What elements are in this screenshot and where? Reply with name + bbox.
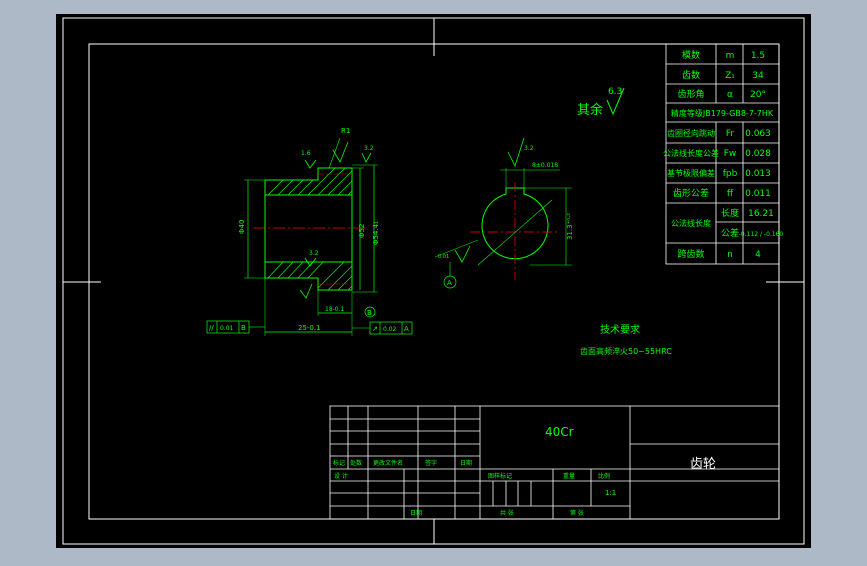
- param-value-5: 0.028: [745, 149, 771, 159]
- roughness-v4: 3.2: [524, 145, 534, 152]
- sheet-label-0: 共 张: [500, 509, 514, 517]
- col-label-4: 日期: [460, 459, 472, 467]
- roughness-v1: 1.6: [301, 150, 311, 157]
- param-label-6: 基节极限偏差: [667, 168, 715, 178]
- dim-tol3: 0.01: [438, 254, 449, 260]
- param-symbol-0: m: [726, 51, 735, 61]
- roughness-v3: 3.2: [309, 250, 319, 257]
- param-label-0: 模数: [682, 49, 700, 61]
- param-label-7: 齿形公差: [673, 187, 709, 199]
- param-value-9: -0.112 / -0.160: [739, 231, 784, 238]
- col-label-0: 标记: [333, 459, 345, 467]
- col-label-3: 签字: [425, 459, 437, 467]
- param-label-8: 公法线长度: [671, 218, 711, 228]
- col-label-2: 更改文件名: [373, 459, 403, 467]
- param-symbol-2: α: [727, 90, 733, 100]
- dim-key-width: 8±0.018: [532, 162, 558, 169]
- roughness-r1: R1: [341, 127, 350, 135]
- gtol-right-value: 0.02: [383, 326, 397, 333]
- param-label-10: 跨齿数: [677, 248, 704, 260]
- rest-label: 其余: [577, 102, 603, 118]
- gtol-left-datum: B: [241, 324, 246, 332]
- param-label-1: 齿数: [682, 69, 700, 81]
- tech-title: 技术要求: [600, 323, 640, 336]
- param-value-7: 0.011: [745, 189, 771, 199]
- param-value-1: 34: [752, 71, 764, 81]
- material: 40Cr: [545, 425, 574, 439]
- roughness-v2: 3.2: [364, 145, 374, 152]
- param-value-2: 20°: [750, 90, 766, 100]
- part-name: 齿轮: [690, 457, 716, 472]
- param-value-6: 0.013: [745, 169, 771, 179]
- scale: 1:1: [605, 489, 616, 497]
- stage-label-0: 图样标记: [488, 472, 512, 480]
- svg-text:↗: ↗: [372, 325, 378, 333]
- rest-value: 6.3: [608, 87, 622, 97]
- dim-key-depth: 31.3⁺⁰·²: [566, 213, 574, 240]
- stage-label-1: 重量: [563, 472, 575, 480]
- design-label: 设 计: [334, 472, 348, 480]
- param-label-3: 精度等级JB179-GB8-7-7HK: [671, 108, 774, 118]
- param-value-4: 0.063: [745, 129, 771, 139]
- dim-width-bottom: 25-0.1: [298, 324, 321, 332]
- dim-d-left: Φ40: [238, 220, 246, 234]
- param-symbol-10: n: [727, 250, 733, 260]
- param-symbol-6: fpb: [723, 169, 738, 179]
- drawing-canvas: 模数 m 1.5 齿数 Z₁ 34 齿形角 α 20° 精度等级JB179-GB…: [0, 0, 867, 562]
- gtol-left-value: 0.01: [220, 325, 234, 332]
- tech-line1: 齿面高频淬火50~55HRC: [580, 346, 672, 356]
- datum-b-label: B: [367, 309, 372, 317]
- ref-a-label: A: [447, 279, 452, 287]
- dim-d-mid: Φ52: [358, 224, 366, 238]
- drawing-svg: 模数 m 1.5 齿数 Z₁ 34 齿形角 α 20° 精度等级JB179-GB…: [56, 14, 811, 548]
- dim-width-small: 18-0.1: [325, 306, 345, 313]
- date-label: 日期: [410, 509, 422, 517]
- stage-label-2: 比例: [598, 472, 610, 480]
- gtol-right-datum: A: [404, 325, 409, 333]
- param-symbol-7: ff: [727, 189, 734, 199]
- param-label-2: 齿形角: [677, 88, 704, 100]
- param-symbol-1: Z₁: [725, 71, 735, 81]
- param-symbol-4: Fr: [726, 129, 735, 139]
- param-value-10: 4: [755, 250, 761, 260]
- param-value-0: 1.5: [751, 51, 765, 61]
- col-label-1: 处数: [350, 459, 362, 467]
- param-label-4: 齿圈径向跳动: [667, 128, 715, 138]
- param-symbol-5: Fw: [724, 149, 737, 159]
- sheet-label-1: 第 张: [570, 509, 584, 517]
- param-value-8: 16.21: [748, 209, 774, 219]
- svg-text://: //: [209, 324, 214, 332]
- param-label-5: 公法线长度公差: [663, 148, 719, 158]
- dim-d-right: Φ54.4₁: [372, 221, 380, 245]
- param-symbol-8: 长度: [721, 207, 739, 219]
- param-symbol-9: 公差: [721, 227, 739, 239]
